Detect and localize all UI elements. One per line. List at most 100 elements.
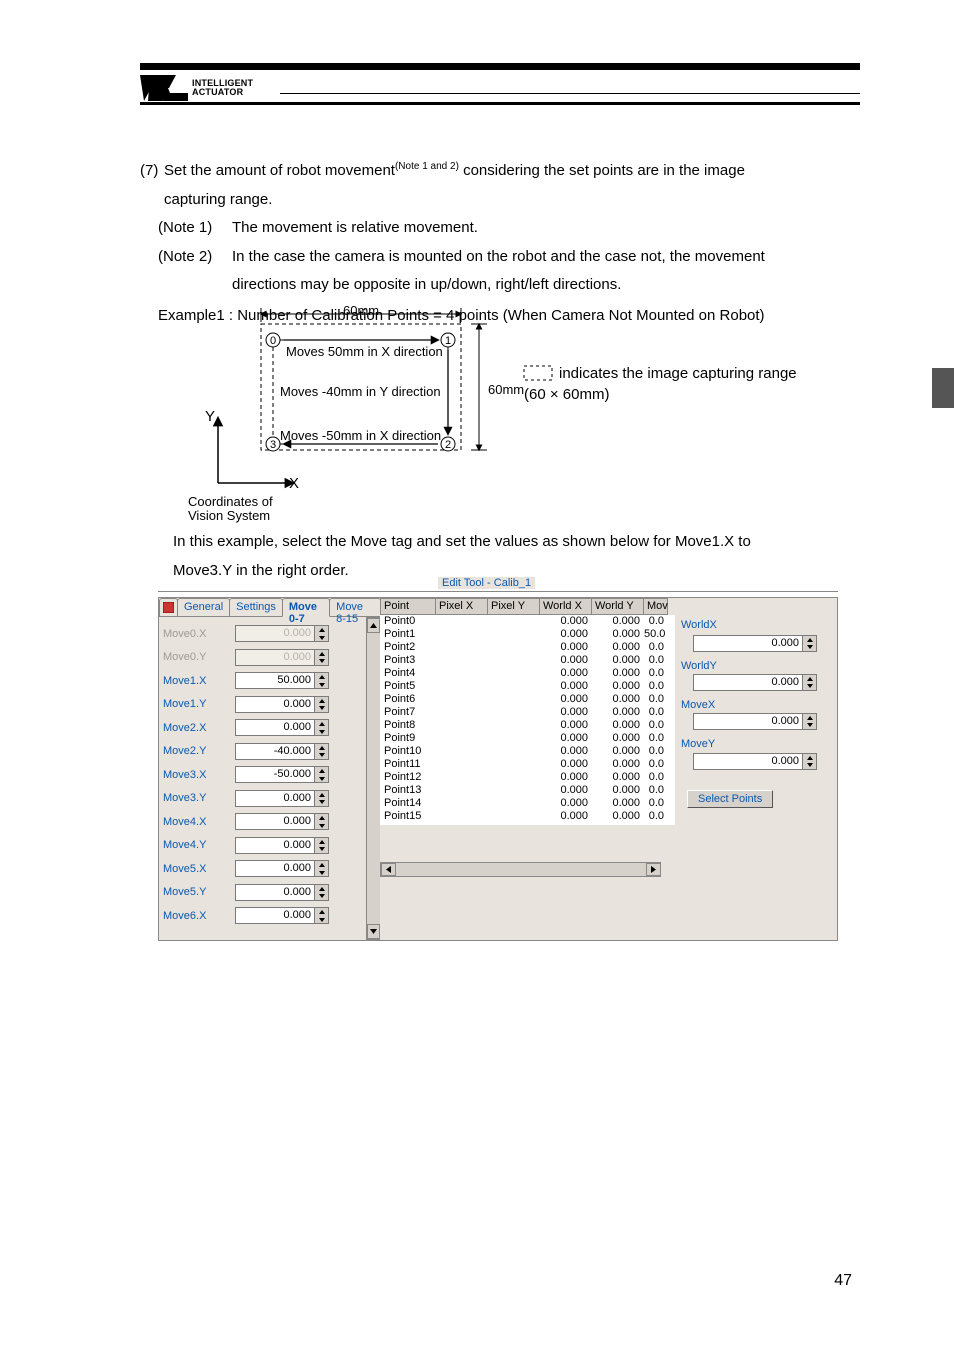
header-rule-thick xyxy=(140,63,860,70)
table-row[interactable]: Point20.0000.0000.0 xyxy=(380,641,675,654)
table-row[interactable]: Point150.0000.0000.0 xyxy=(380,810,675,823)
points-panel: PointPixel XPixel YWorld XWorld YMov Poi… xyxy=(380,597,675,941)
move-input[interactable]: 0.000 xyxy=(235,860,315,877)
table-row[interactable]: Point140.0000.0000.0 xyxy=(380,797,675,810)
world-input[interactable]: 0.000 xyxy=(693,713,803,730)
spinner[interactable] xyxy=(803,635,817,652)
table-row[interactable]: Point60.0000.0000.0 xyxy=(380,693,675,706)
table-row[interactable]: Point110.0000.0000.0 xyxy=(380,758,675,771)
side-tab xyxy=(932,368,954,408)
world-input-row: 0.000 xyxy=(693,635,817,652)
move-panel: General Settings Move 0-7 Move 8-15 Move… xyxy=(158,597,380,941)
move-row: Move2.Y-40.000 xyxy=(163,740,374,764)
spinner[interactable] xyxy=(803,713,817,730)
spinner[interactable] xyxy=(803,753,817,770)
table-row[interactable]: Point30.0000.0000.0 xyxy=(380,654,675,667)
move-input[interactable]: 0.000 xyxy=(235,790,315,807)
world-input-row: 0.000 xyxy=(693,713,817,730)
move-input: 0.000 xyxy=(235,649,315,666)
header-rule-thin-b xyxy=(140,102,860,105)
move-input[interactable]: 0.000 xyxy=(235,837,315,854)
spinner[interactable] xyxy=(315,696,329,713)
move-input[interactable]: -50.000 xyxy=(235,766,315,783)
grid-header-cell[interactable]: Point xyxy=(380,598,436,615)
spinner[interactable] xyxy=(315,837,329,854)
movey-label: MoveY xyxy=(681,738,715,750)
move-label: Move3.Y xyxy=(163,792,235,804)
move-label: Move0.Y xyxy=(163,651,235,663)
move-row: Move4.X0.000 xyxy=(163,810,374,834)
tab-move-8-15[interactable]: Move 8-15 xyxy=(329,598,380,616)
move-input[interactable]: 0.000 xyxy=(235,813,315,830)
world-input[interactable]: 0.000 xyxy=(693,674,803,691)
worldx-label: WorldX xyxy=(681,619,717,631)
move-tabs: General Settings Move 0-7 Move 8-15 xyxy=(159,598,380,617)
calibration-diagram: 60mm 60mm 0 1 2 3 Moves 50mm in X direct… xyxy=(188,308,868,520)
move-row: Move3.Y0.000 xyxy=(163,787,374,811)
world-panel: WorldX WorldY MoveX MoveY 0.000 0.000 0.00… xyxy=(675,597,838,941)
spinner[interactable] xyxy=(315,672,329,689)
scroll-down-icon[interactable] xyxy=(367,924,380,939)
spinner[interactable] xyxy=(315,766,329,783)
scroll-right-icon[interactable] xyxy=(646,863,661,876)
move-input[interactable]: 0.000 xyxy=(235,719,315,736)
tab-move-0-7[interactable]: Move 0-7 xyxy=(282,598,330,617)
points-scroll-h[interactable] xyxy=(380,862,661,877)
scroll-left-icon[interactable] xyxy=(381,863,396,876)
move-row: Move5.Y0.000 xyxy=(163,881,374,905)
grid-header-cell[interactable]: World Y xyxy=(592,598,644,615)
table-row[interactable]: Point00.0000.0000.0 xyxy=(380,615,675,628)
table-row[interactable]: Point120.0000.0000.0 xyxy=(380,771,675,784)
table-row[interactable]: Point80.0000.0000.0 xyxy=(380,719,675,732)
table-row[interactable]: Point40.0000.0000.0 xyxy=(380,667,675,680)
move-input[interactable]: -40.000 xyxy=(235,743,315,760)
world-input[interactable]: 0.000 xyxy=(693,635,803,652)
move-label: Move0.X xyxy=(163,628,235,640)
spinner[interactable] xyxy=(803,674,817,691)
move-row: Move1.Y0.000 xyxy=(163,693,374,717)
tab-settings[interactable]: Settings xyxy=(229,598,283,616)
step-7: (7) Set the amount of robot movement(Not… xyxy=(140,157,860,330)
move-input[interactable]: 0.000 xyxy=(235,696,315,713)
world-input-row: 0.000 xyxy=(693,753,817,770)
move-row: Move2.X0.000 xyxy=(163,716,374,740)
spinner[interactable] xyxy=(315,884,329,901)
table-row[interactable]: Point70.0000.0000.0 xyxy=(380,706,675,719)
scroll-up-icon[interactable] xyxy=(367,618,380,633)
spinner xyxy=(315,649,329,666)
move-scroll-v[interactable] xyxy=(366,617,380,940)
world-input-row: 0.000 xyxy=(693,674,817,691)
grid-header-cell[interactable]: World X xyxy=(540,598,592,615)
move-label: Move3.X xyxy=(163,769,235,781)
worldy-label: WorldY xyxy=(681,660,717,672)
world-input[interactable]: 0.000 xyxy=(693,753,803,770)
move-label: Move4.Y xyxy=(163,839,235,851)
points-grid-body: Point00.0000.0000.0Point10.0000.00050.0P… xyxy=(380,615,675,825)
table-row[interactable]: Point10.0000.00050.0 xyxy=(380,628,675,641)
spinner xyxy=(315,625,329,642)
brand-text: INTELLIGENT ACTUATOR xyxy=(192,79,253,96)
spinner[interactable] xyxy=(315,860,329,877)
table-row[interactable]: Point130.0000.0000.0 xyxy=(380,784,675,797)
tab-icon-prev[interactable] xyxy=(159,598,178,616)
tab-general[interactable]: General xyxy=(177,598,230,616)
move-input[interactable]: 0.000 xyxy=(235,884,315,901)
move-input[interactable]: 0.000 xyxy=(235,907,315,924)
grid-header-cell[interactable]: Pixel Y xyxy=(488,598,540,615)
table-row[interactable]: Point100.0000.0000.0 xyxy=(380,745,675,758)
spinner[interactable] xyxy=(315,743,329,760)
spinner[interactable] xyxy=(315,907,329,924)
movex-label: MoveX xyxy=(681,699,715,711)
select-points-button[interactable]: Select Points xyxy=(687,790,773,808)
spinner[interactable] xyxy=(315,719,329,736)
move-label: Move2.Y xyxy=(163,745,235,757)
table-row[interactable]: Point50.0000.0000.0 xyxy=(380,680,675,693)
spinner[interactable] xyxy=(315,813,329,830)
table-row[interactable]: Point90.0000.0000.0 xyxy=(380,732,675,745)
grid-header-cell[interactable]: Mov xyxy=(644,598,668,615)
spinner[interactable] xyxy=(315,790,329,807)
move-list: Move0.X0.000Move0.Y0.000Move1.X50.000Mov… xyxy=(159,617,380,933)
points-grid-header: PointPixel XPixel YWorld XWorld YMov xyxy=(380,598,675,615)
move-input[interactable]: 50.000 xyxy=(235,672,315,689)
grid-header-cell[interactable]: Pixel X xyxy=(436,598,488,615)
